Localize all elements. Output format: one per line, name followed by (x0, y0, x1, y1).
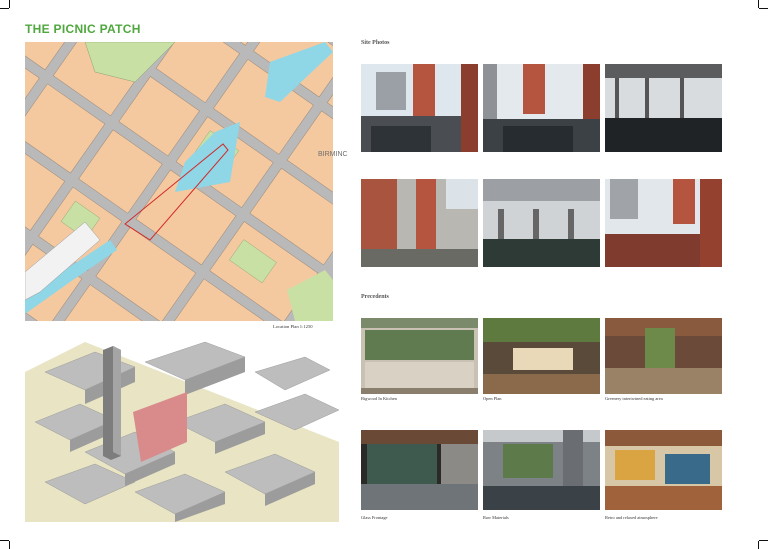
precedent-photo-4 (361, 430, 478, 510)
precedent-caption-6: Retro and relaxed atmosphere (605, 515, 658, 520)
location-plan-caption: Location Plan 1:1250 (273, 324, 313, 329)
map-area-label: BIRMINC (318, 151, 348, 158)
precedent-caption-4: Glass Frontage (361, 515, 388, 520)
crop-mark-br-h (759, 540, 768, 541)
precedent-photo-1 (361, 318, 478, 394)
crop-mark-br-v (758, 541, 759, 549)
page-title: THE PICNIC PATCH (25, 22, 141, 36)
site-photo-5 (483, 179, 600, 267)
precedent-caption-5: Raw Materials (483, 515, 509, 520)
crop-mark-bl-h (0, 540, 9, 541)
site-photo-6 (605, 179, 722, 267)
precedent-photo-3 (605, 318, 722, 394)
precedent-caption-3: Greenery intertwined eating area (605, 396, 663, 401)
site-photo-2 (483, 64, 600, 152)
precedent-caption-2: Open Plan (483, 396, 502, 401)
site-model-3d (25, 332, 339, 522)
site-photo-3 (605, 64, 722, 152)
site-photo-1 (361, 64, 478, 152)
location-plan-map (25, 42, 333, 321)
precedent-photo-6 (605, 430, 722, 510)
crop-mark-tr-v (758, 0, 759, 8)
site-photos-heading: Site Photos (361, 40, 390, 46)
precedents-heading: Precedents (361, 294, 389, 300)
crop-mark-bl-v (9, 541, 10, 549)
crop-mark-tl-h (0, 8, 9, 9)
precedent-photo-2 (483, 318, 600, 394)
crop-mark-tl-v (9, 0, 10, 8)
crop-mark-tr-h (759, 8, 768, 9)
precedent-caption-1: Bigwood In Kitchen (361, 396, 397, 401)
precedent-photo-5 (483, 430, 600, 510)
site-photo-4 (361, 179, 478, 267)
